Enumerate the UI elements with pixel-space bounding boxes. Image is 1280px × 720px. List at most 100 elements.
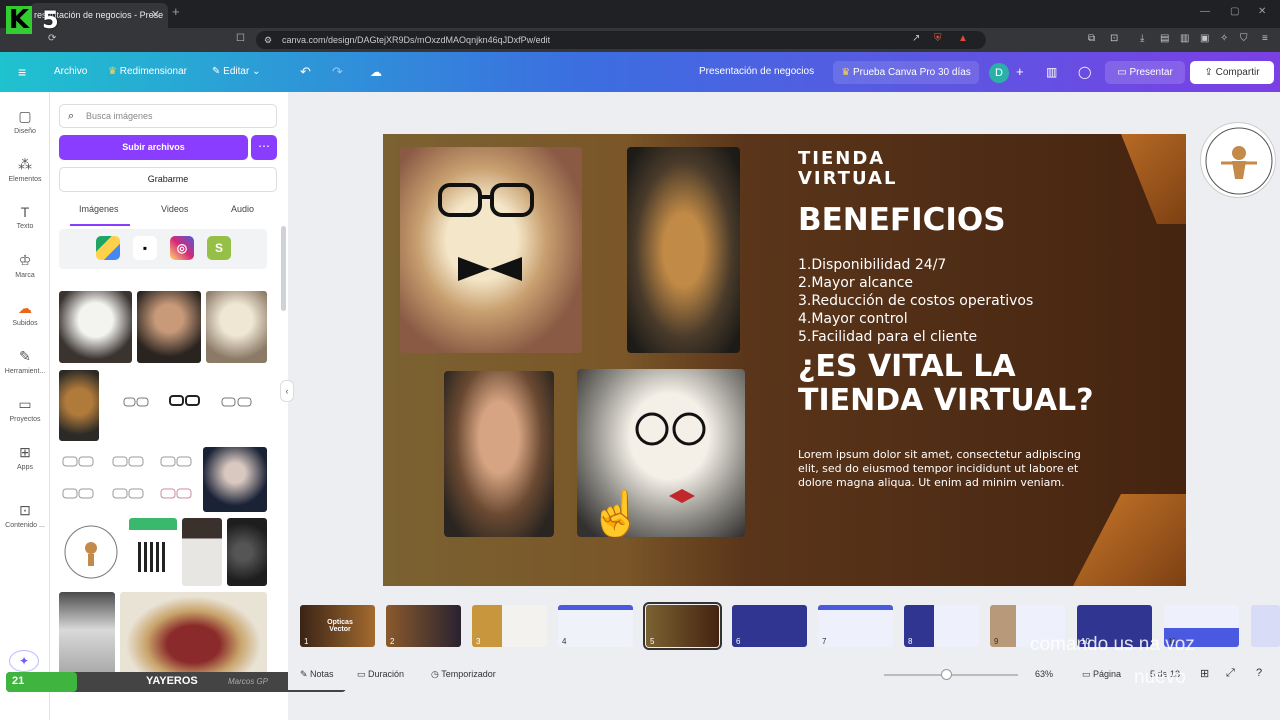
pro-trial-button[interactable]: ♛ Prueba Canva Pro 30 días — [833, 61, 979, 84]
slide-body-text[interactable]: Lorem ipsum dolor sit amet, consectetur … — [798, 448, 1081, 490]
page-thumb-6[interactable]: 6 — [732, 605, 807, 647]
more-options-icon[interactable]: ⋯ — [251, 135, 277, 160]
page-thumb-8[interactable]: 8 — [904, 605, 979, 647]
close-window-icon[interactable]: ✕ — [1258, 6, 1266, 17]
rail-text[interactable]: T Texto — [0, 204, 50, 230]
reading-list-icon[interactable]: ▤ — [1160, 33, 1169, 45]
minimize-icon[interactable]: — — [1200, 6, 1210, 17]
page-thumb-12[interactable] — [1251, 605, 1280, 647]
benefits-list[interactable]: 1.Disponibilidad 24/7 2.Mayor alcance 3.… — [798, 256, 1033, 346]
redo-icon[interactable]: ↷ — [332, 52, 343, 92]
grid-view-icon[interactable]: ⊞ — [1200, 667, 1209, 680]
logo-element[interactable] — [1200, 122, 1276, 198]
design-title[interactable]: Presentación de negocios — [699, 52, 814, 92]
slide-question[interactable]: ¿ES VITAL LA TIENDA VIRTUAL? — [798, 350, 1094, 418]
slide-eyebrow[interactable]: TIENDA VIRTUAL — [798, 149, 897, 189]
reload-icon[interactable]: ⟳ — [48, 33, 56, 45]
upload-thumb-document[interactable] — [182, 518, 222, 586]
zoom-slider-handle[interactable] — [941, 669, 952, 680]
google-drive-icon[interactable] — [96, 236, 120, 260]
upload-thumb-glasses-row1[interactable] — [104, 370, 267, 441]
avatar[interactable]: D — [989, 63, 1009, 83]
upload-thumb-character[interactable] — [59, 370, 99, 441]
screenshot-icon[interactable]: ⊡ — [1110, 33, 1118, 45]
page-thumb-4[interactable]: 4 — [558, 605, 633, 647]
maximize-icon[interactable]: ▢ — [1230, 6, 1239, 17]
comment-icon[interactable]: ◯ — [1078, 52, 1091, 92]
rail-projects[interactable]: ▭ Proyectos — [0, 396, 50, 423]
page-thumb-7[interactable]: 7 — [818, 605, 893, 647]
tab-images[interactable]: Imágenes — [79, 204, 119, 214]
insights-icon[interactable]: ▥ — [1046, 52, 1057, 92]
share-page-icon[interactable]: ↗ — [912, 33, 920, 45]
site-info-icon[interactable]: ⚙ — [264, 31, 272, 49]
bookmark-icon[interactable]: ☐ — [236, 33, 245, 45]
url-field[interactable]: ⚙ canva.com/design/DAGtejXR9Ds/mOxzdMAOq… — [256, 31, 986, 49]
file-menu[interactable]: Archivo — [54, 52, 87, 92]
upload-thumb-man[interactable] — [137, 291, 201, 363]
vpn-icon[interactable]: ⛉ — [1240, 33, 1248, 45]
photo-dog-glasses[interactable] — [400, 147, 582, 353]
rewards-icon[interactable]: ▲ — [958, 33, 968, 45]
hamburger-menu-icon[interactable]: ≡ — [18, 52, 26, 92]
photo-puppy[interactable]: ☝ — [577, 369, 745, 537]
page-thumb-2[interactable]: 2 — [386, 605, 461, 647]
tab-audio[interactable]: Audio — [231, 204, 254, 214]
dropbox-icon[interactable]: ▪ — [133, 236, 157, 260]
rail-uploads[interactable]: ☁ Subidos — [0, 300, 50, 327]
upload-thumb-dog[interactable] — [59, 291, 132, 363]
rail-content[interactable]: ⊡ Contenido ... — [0, 502, 50, 529]
extensions-icon[interactable]: ⧉ — [1088, 33, 1095, 45]
upload-thumb-dark[interactable] — [227, 518, 267, 586]
zoom-level[interactable]: 63% — [1035, 669, 1053, 679]
slide-canvas[interactable]: ☝ TIENDA VIRTUAL BENEFICIOS 1.Disponibili… — [383, 134, 1186, 586]
pages-button[interactable]: ▭ Página — [1082, 669, 1121, 680]
new-tab-icon[interactable]: + — [172, 4, 180, 19]
page-thumb-3[interactable]: 3 — [472, 605, 547, 647]
duration-button[interactable]: ▭ Duración — [357, 669, 404, 680]
search-input[interactable]: ⌕ Busca imágenes — [59, 104, 277, 128]
cloud-save-icon[interactable]: ☁ — [370, 52, 382, 92]
add-collaborator-icon[interactable]: + — [1016, 52, 1024, 92]
help-icon[interactable]: ? — [1256, 667, 1262, 679]
upload-thumb-suit[interactable] — [203, 447, 267, 512]
page-number: 7 — [822, 637, 827, 646]
panel-scrollbar[interactable] — [281, 226, 286, 311]
upload-thumb-logo[interactable] — [59, 518, 123, 586]
fullscreen-icon[interactable]: ⤢ — [1226, 667, 1235, 680]
slide-heading[interactable]: BENEFICIOS — [798, 202, 1006, 238]
share-button[interactable]: ⇪ Compartir — [1190, 61, 1274, 84]
notes-button[interactable]: ✎ Notas — [300, 669, 334, 680]
download-icon[interactable]: ⤓ — [1140, 33, 1144, 45]
photo-man[interactable] — [444, 371, 554, 537]
magic-icon[interactable]: ✦ — [9, 650, 39, 672]
page-thumb-5[interactable]: 5 — [643, 602, 722, 650]
page-thumb-1[interactable]: Opticas Vector 1 — [300, 605, 375, 647]
upload-thumb-puppy[interactable] — [206, 291, 267, 363]
wallet-icon[interactable]: ▣ — [1200, 33, 1209, 45]
tab-videos[interactable]: Videos — [161, 204, 188, 214]
instagram-icon[interactable]: ◎ — [170, 236, 194, 260]
resize-button[interactable]: ♛ Redimensionar — [108, 52, 187, 92]
shopify-icon[interactable]: S — [207, 236, 231, 260]
rail-apps[interactable]: ⊞ Apps — [0, 444, 50, 471]
rail-brand[interactable]: ♔ Marca — [0, 252, 50, 279]
sidebar-icon[interactable]: ▥ — [1180, 33, 1189, 45]
record-button[interactable]: Grabarme — [59, 167, 277, 192]
edit-menu[interactable]: ✎ Editar ⌄ — [212, 52, 260, 92]
rail-tools[interactable]: ✎ Herramient... — [0, 348, 50, 375]
rail-elements[interactable]: ⁂ Elementos — [0, 156, 50, 183]
present-button[interactable]: ▭ Presentar — [1105, 61, 1185, 84]
upload-thumb-qr-card[interactable] — [129, 518, 177, 586]
ai-icon[interactable]: ✧ — [1220, 33, 1228, 45]
undo-icon[interactable]: ↶ — [300, 52, 311, 92]
upload-files-button[interactable]: Subir archivos — [59, 135, 248, 160]
menu-icon[interactable]: ≡ — [1262, 33, 1268, 45]
collapse-panel-icon[interactable]: ‹ — [280, 380, 294, 402]
rail-design[interactable]: ▢ Diseño — [0, 108, 50, 135]
close-tab-icon[interactable]: ✕ — [151, 3, 160, 28]
brave-shield-icon[interactable]: ⛨ — [934, 33, 942, 45]
timer-button[interactable]: ◷ Temporizador — [431, 669, 496, 680]
upload-thumb-glasses-row2[interactable] — [59, 447, 198, 512]
photo-character[interactable] — [627, 147, 740, 353]
